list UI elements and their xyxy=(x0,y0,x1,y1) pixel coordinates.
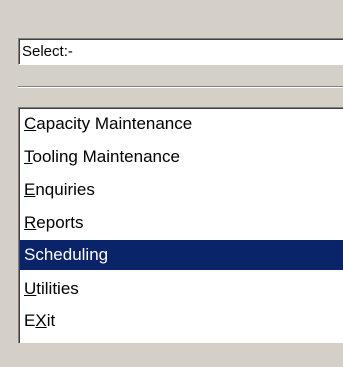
label-text: ooling Maintenance xyxy=(32,147,180,166)
accelerator-key: E xyxy=(24,180,36,199)
menu-item-label: Reports xyxy=(24,208,84,238)
menu-listbox[interactable]: Capacity Maintenance Tooling Maintenance… xyxy=(18,107,343,343)
accelerator-key: C xyxy=(24,114,37,133)
label-text: it xyxy=(46,311,56,330)
menu-item-capacity-maintenance[interactable]: Capacity Maintenance xyxy=(20,109,343,139)
menu-item-label: Capacity Maintenance xyxy=(24,109,192,139)
menu-item-tooling-maintenance[interactable]: Tooling Maintenance xyxy=(20,142,343,172)
menu-item-enquiries[interactable]: Enquiries xyxy=(20,175,343,205)
accelerator-key: X xyxy=(35,311,47,330)
label-text: Scheduling xyxy=(24,245,109,264)
separator-highlight xyxy=(18,87,343,88)
label-text: apacity Maintenance xyxy=(36,114,193,133)
menu-item-utilities[interactable]: Utilities xyxy=(20,274,343,304)
label-text: eports xyxy=(36,213,84,232)
select-field[interactable]: Select:- xyxy=(18,38,343,65)
menu-item-label: Scheduling xyxy=(24,240,108,270)
menu-item-label: Utilities xyxy=(24,274,79,304)
accelerator-key: R xyxy=(24,213,37,232)
select-field-value: Select:- xyxy=(22,43,73,60)
menu-item-reports[interactable]: Reports xyxy=(20,208,343,238)
menu-item-scheduling[interactable]: Scheduling xyxy=(20,240,343,270)
accelerator-key: T xyxy=(24,147,33,166)
menu-item-label: EXit xyxy=(24,306,55,336)
label-prefix: E xyxy=(24,311,36,330)
label-text: tilities xyxy=(36,279,79,298)
label-text: nquiries xyxy=(35,180,95,199)
accelerator-key: U xyxy=(24,279,37,298)
menu-item-label: Tooling Maintenance xyxy=(24,142,180,172)
menu-item-label: Enquiries xyxy=(24,175,95,205)
menu-item-exit[interactable]: EXit xyxy=(20,306,343,336)
